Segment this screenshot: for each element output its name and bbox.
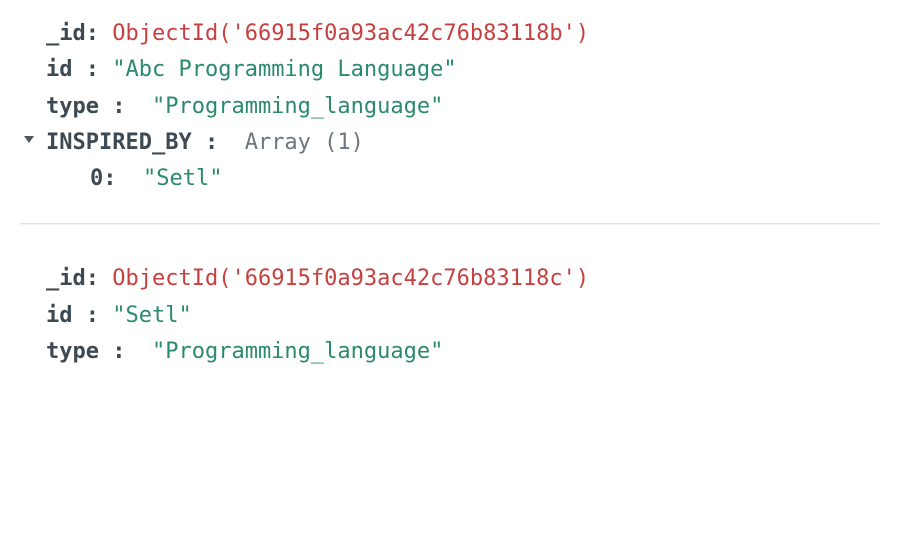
document: _id : ObjectId('66915f0a93ac42c76b83118b… (20, 10, 879, 209)
field-value: ObjectId('66915f0a93ac42c76b83118b') (112, 16, 589, 52)
field-key: _id (46, 16, 86, 52)
field-row[interactable]: id : "Abc Programming Language" (20, 52, 879, 88)
field-key: INSPIRED_BY (46, 125, 205, 161)
field-value: "Programming_language" (139, 89, 444, 125)
field-key: type (46, 334, 112, 370)
field-row[interactable]: id : "Setl" (20, 298, 879, 334)
field-colon: : (103, 161, 130, 197)
field-colon: : (86, 52, 113, 88)
field-row[interactable]: INSPIRED_BY : Array (1) (20, 125, 879, 161)
field-colon: : (205, 125, 232, 161)
document-divider (20, 223, 879, 225)
document: _id : ObjectId('66915f0a93ac42c76b83118c… (20, 255, 879, 382)
field-colon: : (86, 16, 113, 52)
field-value: Array (1) (231, 125, 363, 161)
field-key: _id (46, 261, 86, 297)
field-value: "Setl" (130, 161, 223, 197)
field-row[interactable]: _id : ObjectId('66915f0a93ac42c76b83118b… (20, 16, 879, 52)
field-key: id (46, 298, 86, 334)
field-value: "Abc Programming Language" (112, 52, 456, 88)
field-key: type (46, 89, 112, 125)
field-key: id (46, 52, 86, 88)
field-colon: : (86, 261, 113, 297)
field-value: "Programming_language" (139, 334, 444, 370)
field-row[interactable]: _id : ObjectId('66915f0a93ac42c76b83118c… (20, 261, 879, 297)
field-value: ObjectId('66915f0a93ac42c76b83118c') (112, 261, 589, 297)
field-colon: : (86, 298, 113, 334)
field-row[interactable]: 0 : "Setl" (20, 161, 879, 197)
field-colon: : (112, 334, 139, 370)
field-value: "Setl" (112, 298, 191, 334)
field-colon: : (112, 89, 139, 125)
field-key: 0 (90, 161, 103, 197)
field-row[interactable]: type : "Programming_language" (20, 89, 879, 125)
caret-down-icon[interactable] (20, 130, 38, 148)
field-row[interactable]: type : "Programming_language" (20, 334, 879, 370)
